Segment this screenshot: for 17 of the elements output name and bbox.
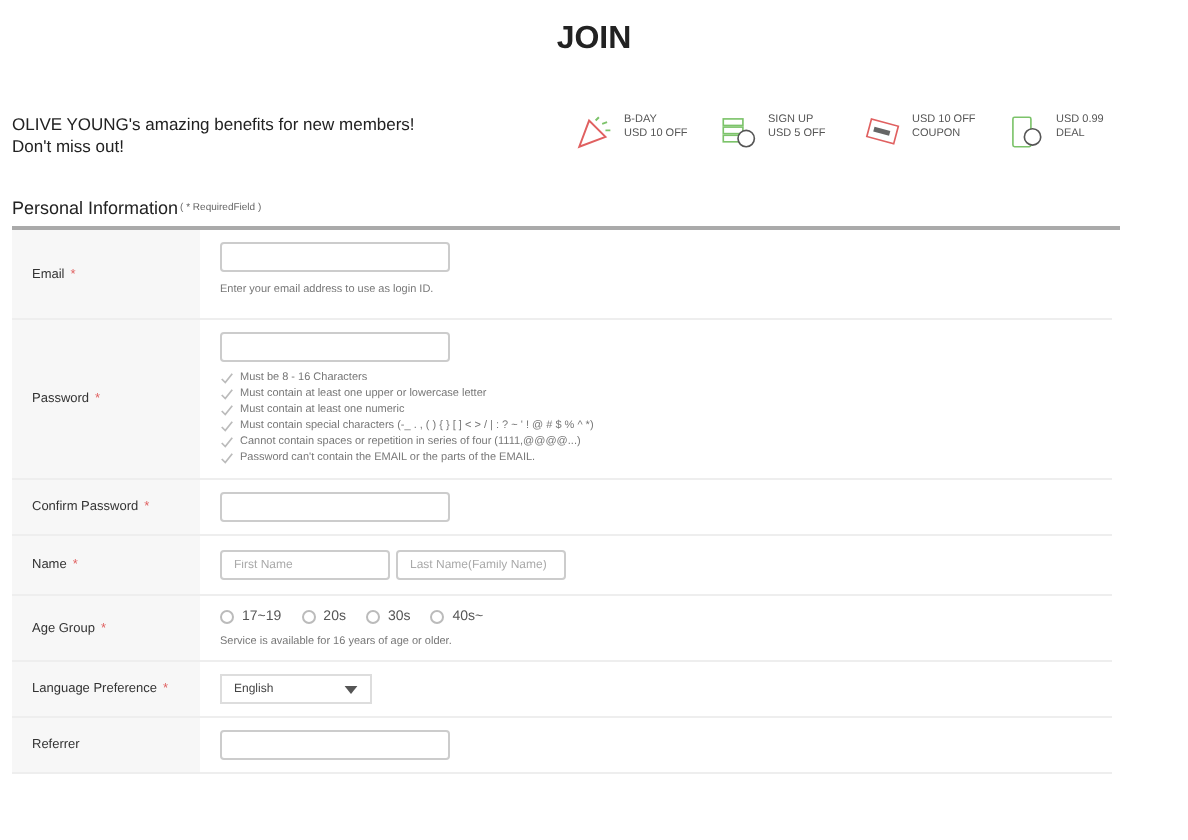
benefits-text: OLIVE YOUNG's amazing benefits for new members! [12, 114, 415, 136]
stack-icon [720, 114, 756, 150]
input-field[interactable] [220, 492, 450, 522]
radio-button[interactable] [220, 610, 234, 624]
radio-button[interactable] [430, 610, 445, 624]
page-title: JOIN [554, 22, 634, 60]
section-title: Personal Information [12, 198, 179, 218]
input-field[interactable] [220, 242, 450, 272]
input-field[interactable] [220, 730, 450, 760]
password-field[interactable] [220, 332, 450, 362]
radio-button[interactable] [301, 610, 316, 624]
caret-icon [344, 685, 358, 693]
radio-button[interactable] [365, 610, 380, 624]
benefits-text: Don't miss out! [12, 136, 126, 158]
party-popper-icon [576, 114, 612, 150]
phone-icon [1008, 114, 1044, 150]
coupon-icon [864, 114, 900, 150]
